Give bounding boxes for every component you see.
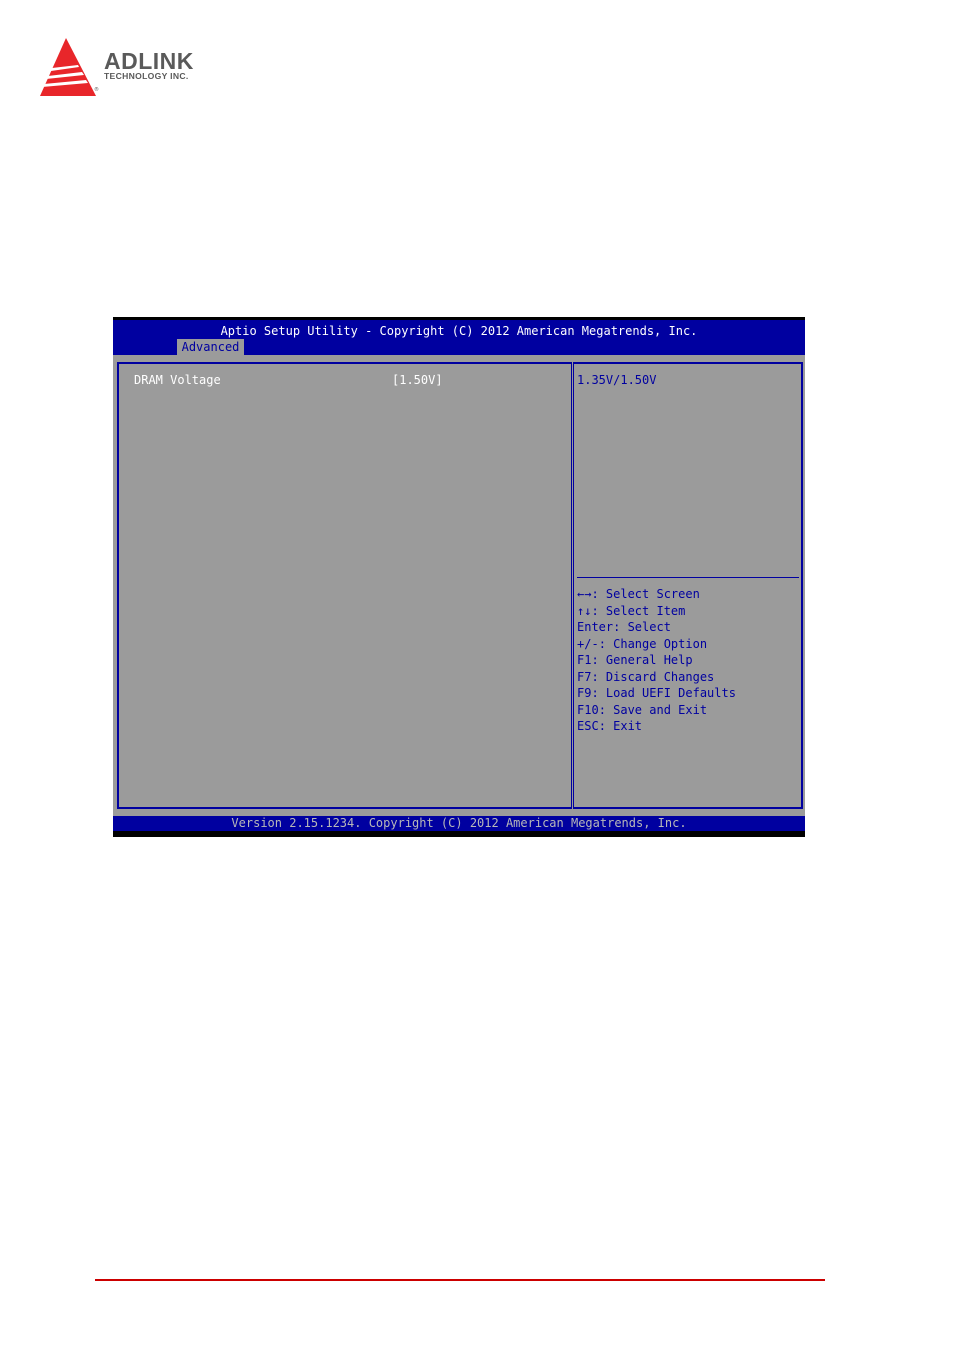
key-action: : Change Option bbox=[598, 636, 708, 651]
key-hint-load-defaults: F9: Load UEFI Defaults bbox=[577, 685, 736, 702]
bios-title: Aptio Setup Utility - Copyright (C) 2012… bbox=[220, 324, 698, 338]
page-footer-rule bbox=[95, 1279, 825, 1281]
key-action: : Select Item bbox=[591, 603, 686, 618]
key-hint-save-exit: F10: Save and Exit bbox=[577, 702, 736, 719]
adlink-logo: ® ADLINK TECHNOLOGY INC. bbox=[38, 38, 238, 100]
key-name: Enter bbox=[577, 620, 614, 634]
bios-header: Aptio Setup Utility - Copyright (C) 2012… bbox=[113, 320, 805, 355]
key-action: : Load UEFI Defaults bbox=[591, 686, 736, 700]
key-legend: ←→: Select Screen ↑↓: Select Item Enter:… bbox=[577, 586, 736, 735]
key-hint-exit: ESC: Exit bbox=[577, 718, 736, 735]
settings-panel: DRAM Voltage [1.50V] bbox=[117, 362, 572, 809]
key-action: : Select bbox=[613, 620, 671, 634]
key-action: : Discard Changes bbox=[591, 669, 715, 684]
key-name: F10 bbox=[577, 702, 599, 717]
key-action: : General Help bbox=[591, 653, 693, 667]
key-name: F7 bbox=[577, 669, 592, 684]
help-text: 1.35V/1.50V bbox=[577, 373, 657, 387]
help-divider bbox=[577, 577, 799, 578]
setting-label: DRAM Voltage bbox=[134, 373, 221, 387]
key-hint-select-screen: ←→: Select Screen bbox=[577, 586, 736, 603]
setting-value[interactable]: [1.50V] bbox=[392, 373, 443, 388]
help-panel: 1.35V/1.50V ←→: Select Screen ↑↓: Select… bbox=[573, 362, 803, 809]
key-name: F1 bbox=[577, 653, 592, 667]
bios-setup-screen: Aptio Setup Utility - Copyright (C) 2012… bbox=[113, 317, 805, 837]
key-action: : Select Screen bbox=[591, 587, 700, 601]
logo-subtitle-text: TECHNOLOGY INC. bbox=[104, 71, 189, 81]
key-hint-enter: Enter: Select bbox=[577, 619, 736, 636]
registered-mark: ® bbox=[94, 87, 99, 93]
tab-advanced[interactable]: Advanced bbox=[177, 339, 244, 355]
key-hint-select-item: ↑↓: Select Item bbox=[577, 603, 736, 620]
key-name: +/- bbox=[577, 636, 599, 651]
key-hint-discard-changes: F7: Discard Changes bbox=[577, 669, 736, 686]
bios-bottom-strip bbox=[113, 831, 805, 837]
setting-row-dram-voltage[interactable]: DRAM Voltage [1.50V] bbox=[134, 373, 554, 388]
up-down-arrows-icon: ↑↓ bbox=[577, 603, 592, 618]
key-name: F9 bbox=[577, 686, 592, 700]
logo-brand-text: ADLINK bbox=[104, 48, 194, 74]
key-action: : Exit bbox=[598, 719, 643, 733]
left-right-arrows-icon: ←→ bbox=[577, 587, 592, 601]
adlink-triangle-icon bbox=[40, 38, 96, 96]
key-hint-change-option: +/-: Change Option bbox=[577, 636, 736, 653]
key-action: : Save and Exit bbox=[598, 702, 708, 717]
bios-footer: Version 2.15.1234. Copyright (C) 2012 Am… bbox=[113, 816, 805, 831]
key-name: ESC bbox=[577, 719, 599, 733]
key-hint-general-help: F1: General Help bbox=[577, 652, 736, 669]
